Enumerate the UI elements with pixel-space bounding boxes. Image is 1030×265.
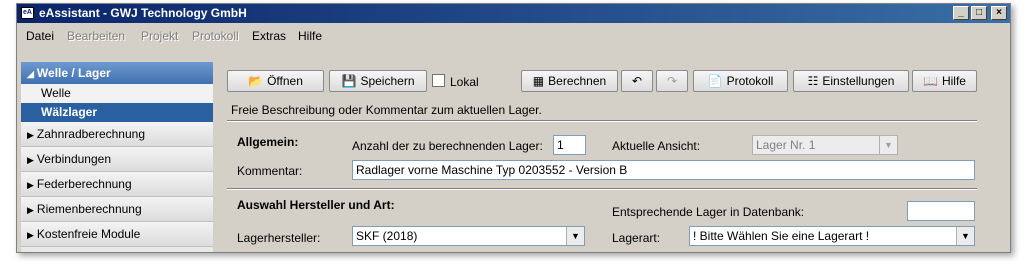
save-button[interactable]: 💾 Speichern: [329, 70, 427, 92]
menu-bar: Datei Bearbeiten Projekt Protokoll Extra…: [17, 25, 1010, 47]
open-button[interactable]: 📂 Öffnen: [227, 70, 324, 92]
protocol-document-icon: 📄: [707, 74, 723, 88]
toolbar: 📂 Öffnen 💾 Speichern Lokal ▦ Berechnen ↶ ↷ …: [213, 70, 978, 94]
collapsed-arrow-icon: ▶: [27, 230, 34, 240]
chevron-down-icon: ▼: [879, 136, 897, 154]
menu-hilfe[interactable]: Hilfe: [298, 25, 322, 47]
help-label: Hilfe: [941, 74, 966, 88]
settings-sliders-icon: ☷: [807, 74, 819, 88]
calculator-icon: ▦: [532, 74, 545, 88]
settings-button[interactable]: ☷ Einstellungen: [793, 70, 909, 92]
local-label: Lokal: [450, 75, 479, 89]
help-book-icon: 📖: [923, 74, 938, 88]
app-window: eA eAssistant - GWJ Technology GmbH _ □ …: [16, 3, 1011, 253]
sidebar-item-label: Kostenfreie Module: [36, 227, 141, 241]
sidebar-header-label: Welle / Lager: [36, 66, 111, 80]
separator: [227, 188, 977, 190]
separator: [227, 120, 977, 122]
expanded-arrow-icon: ◢: [27, 69, 34, 79]
sidebar-item-label: Verbindungen: [36, 152, 111, 166]
chevron-down-icon: ▼: [956, 227, 974, 245]
maximize-button[interactable]: □: [971, 6, 987, 20]
panel-description: Freie Beschreibung oder Kommentar zum ak…: [231, 103, 542, 117]
sidebar-item-label: Zahnradberechnung: [36, 127, 146, 141]
bearing-panel: 📂 Öffnen 💾 Speichern Lokal ▦ Berechnen ↶ ↷ …: [213, 60, 978, 252]
window-title: eAssistant - GWJ Technology GmbH: [39, 6, 247, 20]
minimize-button[interactable]: _: [953, 6, 969, 20]
protocol-label: Protokoll: [726, 74, 774, 88]
undo-button[interactable]: ↶: [621, 70, 653, 92]
title-bar: eA eAssistant - GWJ Technology GmbH _ □ …: [17, 4, 1010, 23]
save-label: Speichern: [360, 74, 415, 88]
save-disk-icon: 💾: [341, 74, 357, 88]
sidebar-item-verbindungen[interactable]: ▶ Verbindungen: [21, 147, 213, 172]
calculate-label: Berechnen: [548, 74, 607, 88]
settings-label: Einstellungen: [822, 74, 895, 88]
sidebar-item-federberechnung[interactable]: ▶ Federberechnung: [21, 172, 213, 197]
calculate-button[interactable]: ▦ Berechnen: [521, 70, 618, 92]
sidebar-item-kostenfreie-module[interactable]: ▶ Kostenfreie Module: [21, 222, 213, 247]
sidebar-subitem-welle[interactable]: Welle: [21, 84, 213, 103]
database-bearings-field[interactable]: [907, 201, 975, 221]
manufacturer-value: SKF (2018): [356, 229, 418, 243]
sidebar-item-zahnradberechnung[interactable]: ▶ Zahnradberechnung: [21, 122, 213, 147]
general-heading: Allgemein:: [237, 135, 299, 149]
sidebar-item-riemenberechnung[interactable]: ▶ Riemenberechnung: [21, 197, 213, 222]
bearing-count-label: Anzahl der zu berechnenden Lager:: [352, 139, 543, 153]
collapsed-arrow-icon: ▶: [27, 205, 34, 215]
bearing-count-input[interactable]: 1: [553, 135, 586, 155]
current-view-select[interactable]: Lager Nr. 1 ▼: [752, 135, 898, 155]
menu-extras[interactable]: Extras: [252, 25, 286, 47]
menu-bearbeiten[interactable]: Bearbeiten: [67, 25, 125, 47]
comment-input[interactable]: Radlager vorne Maschine Typ 0203552 - Ve…: [352, 160, 975, 180]
database-bearings-label: Entsprechende Lager in Datenbank:: [612, 205, 805, 219]
local-checkbox[interactable]: [432, 74, 445, 87]
redo-button[interactable]: ↷: [656, 70, 688, 92]
undo-icon: ↶: [631, 74, 643, 88]
selection-heading: Auswahl Hersteller und Art:: [237, 198, 395, 212]
collapsed-arrow-icon: ▶: [27, 155, 34, 165]
menu-datei[interactable]: Datei: [26, 25, 54, 47]
sidebar-item-label: Federberechnung: [36, 177, 132, 191]
bearing-type-label: Lagerart:: [612, 231, 661, 245]
comment-label: Kommentar:: [237, 164, 303, 178]
current-view-value: Lager Nr. 1: [756, 138, 816, 152]
menu-protokoll[interactable]: Protokoll: [192, 25, 239, 47]
app-icon: eA: [21, 7, 34, 19]
protocol-button[interactable]: 📄 Protokoll: [693, 70, 788, 92]
module-sidebar: ◢ Welle / Lager Welle Wälzlager ▶ Zahnradb…: [21, 62, 213, 252]
redo-icon: ↷: [666, 74, 678, 88]
close-button[interactable]: ×: [991, 6, 1007, 20]
sidebar-subitem-waelzlager[interactable]: Wälzlager: [21, 103, 213, 122]
open-label: Öffnen: [267, 74, 303, 88]
sidebar-item-label: Riemenberechnung: [36, 202, 142, 216]
chevron-down-icon: ▼: [566, 227, 584, 245]
menu-projekt[interactable]: Projekt: [141, 25, 178, 47]
collapsed-arrow-icon: ▶: [27, 180, 34, 190]
open-folder-icon: 📂: [248, 74, 264, 88]
sidebar-header-welle-lager[interactable]: ◢ Welle / Lager: [21, 62, 213, 84]
bearing-type-value: ! Bitte Wählen Sie eine Lagerart !: [693, 229, 870, 243]
collapsed-arrow-icon: ▶: [27, 130, 34, 140]
current-view-label: Aktuelle Ansicht:: [612, 139, 701, 153]
manufacturer-select[interactable]: SKF (2018) ▼: [352, 226, 585, 246]
manufacturer-label: Lagerhersteller:: [237, 231, 321, 245]
help-button[interactable]: 📖 Hilfe: [912, 70, 977, 92]
bearing-type-select[interactable]: ! Bitte Wählen Sie eine Lagerart ! ▼: [689, 226, 975, 246]
